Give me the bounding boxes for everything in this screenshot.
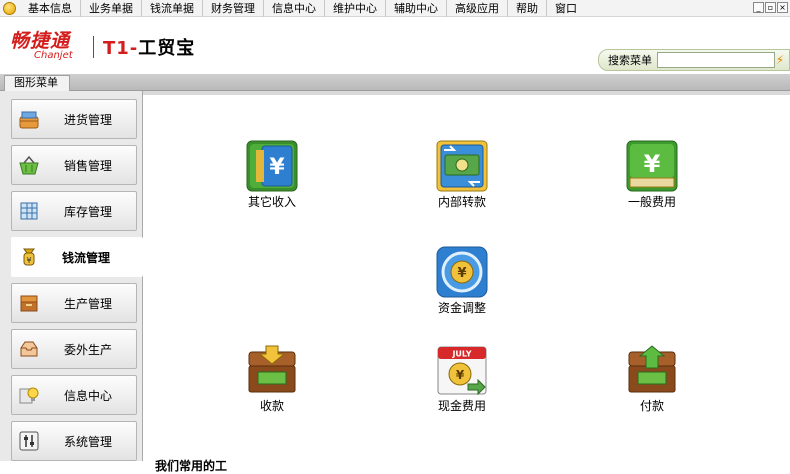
payment-chest-icon xyxy=(626,344,678,396)
yen-symbol: ¥ xyxy=(457,266,466,281)
func-label: 其它收入 xyxy=(247,195,296,209)
tab-strip: 图形菜单 xyxy=(0,74,790,91)
logo-english: Chanjet xyxy=(34,50,73,61)
sidebar-item-label: 库存管理 xyxy=(64,204,113,219)
sidebar-item-label: 进货管理 xyxy=(64,112,113,127)
sidebar-item-label: 销售管理 xyxy=(64,158,113,173)
menu-help[interactable]: 帮助 xyxy=(508,0,547,17)
func-payment[interactable]: 付款 xyxy=(607,344,697,414)
logo-divider xyxy=(93,36,94,58)
sidebar-item-sales[interactable]: 销售管理 xyxy=(11,145,137,185)
func-label: 资金调整 xyxy=(437,301,486,315)
sidebar-item-label: 钱流管理 xyxy=(62,250,111,265)
info-lightbulb-icon xyxy=(18,384,40,406)
sidebar-item-purchase[interactable]: 进货管理 xyxy=(11,99,137,139)
search-go-icon[interactable]: ⚡ xyxy=(774,53,786,67)
menu-money-docs[interactable]: 钱流单据 xyxy=(142,0,203,17)
sidebar-item-production[interactable]: 生产管理 xyxy=(11,283,137,323)
yen-symbol: ¥ xyxy=(456,368,465,382)
menu-search: 搜索菜单 ⚡ xyxy=(598,49,790,71)
product-prefix: T1- xyxy=(103,38,139,59)
func-label: 内部转款 xyxy=(437,195,486,209)
outsourcing-tray-icon xyxy=(18,338,40,360)
func-label: 一般费用 xyxy=(627,195,676,209)
general-expense-icon: ¥ xyxy=(626,140,678,192)
receipt-chest-icon xyxy=(246,344,298,396)
sidebar: 进货管理 销售管理 库存管理 ¥ 钱流管理 生产管理 委外生产 信息中心 系统管… xyxy=(0,91,143,461)
product-title: 工贸宝 xyxy=(138,38,196,59)
sidebar-item-system[interactable]: 系统管理 xyxy=(11,421,137,461)
menu-finance[interactable]: 财务管理 xyxy=(203,0,264,17)
production-box-icon xyxy=(18,292,40,314)
sidebar-item-money-flow[interactable]: ¥ 钱流管理 xyxy=(11,237,143,277)
menu-basic-info[interactable]: 基本信息 xyxy=(20,0,81,17)
svg-text:¥: ¥ xyxy=(26,256,31,265)
func-cash-expense[interactable]: JULY ¥ 现金费用 xyxy=(417,344,507,414)
menu-info-center[interactable]: 信息中心 xyxy=(264,0,325,17)
menu-advanced[interactable]: 高级应用 xyxy=(447,0,508,17)
func-fund-adjust[interactable]: ¥ 资金调整 xyxy=(417,246,507,316)
sidebar-item-outsourcing[interactable]: 委外生产 xyxy=(11,329,137,369)
sidebar-item-label: 系统管理 xyxy=(64,434,113,449)
func-receipt[interactable]: 收款 xyxy=(227,344,317,414)
minimize-icon[interactable]: _ xyxy=(753,2,764,13)
menu-auxiliary[interactable]: 辅助中心 xyxy=(386,0,447,17)
sidebar-item-label: 生产管理 xyxy=(64,296,113,311)
system-sliders-icon xyxy=(18,430,40,452)
func-internal-transfer[interactable]: 内部转款 xyxy=(417,140,507,210)
inventory-grid-icon xyxy=(18,200,40,222)
yen-symbol: ¥ xyxy=(269,155,285,180)
money-flow-icon: ¥ xyxy=(18,246,40,268)
sidebar-item-inventory[interactable]: 库存管理 xyxy=(11,191,137,231)
sales-basket-icon xyxy=(18,154,40,176)
product-name: T1-工贸宝 xyxy=(103,34,195,60)
menu-window[interactable]: 窗口 xyxy=(547,0,585,17)
purchase-basket-icon xyxy=(18,108,40,130)
fund-adjust-icon: ¥ xyxy=(436,246,488,298)
main-panel: ¥ 其它收入 内部转款 ¥ 一般费用 ¥ 资金调整 收款 JULY ¥ 现金费用… xyxy=(143,91,790,473)
func-general-expense[interactable]: ¥ 一般费用 xyxy=(607,140,697,210)
sidebar-item-info-center[interactable]: 信息中心 xyxy=(11,375,137,415)
logo-chinese: 畅捷通 xyxy=(10,30,71,52)
internal-transfer-icon xyxy=(436,140,488,192)
menu-bar: 基本信息 业务单据 钱流单据 财务管理 信息中心 维护中心 辅助中心 高级应用 … xyxy=(0,0,790,17)
search-label: 搜索菜单 xyxy=(608,54,652,67)
yen-symbol: ¥ xyxy=(644,150,661,178)
restore-icon[interactable]: ▫ xyxy=(765,2,776,13)
window-controls: _ ▫ × xyxy=(753,2,788,13)
menu-maintenance[interactable]: 维护中心 xyxy=(325,0,386,17)
other-income-icon: ¥ xyxy=(246,140,298,192)
sidebar-item-label: 委外生产 xyxy=(64,342,113,357)
calendar-month-text: JULY xyxy=(451,350,471,359)
sidebar-item-label: 信息中心 xyxy=(64,388,113,403)
app-logo-icon[interactable] xyxy=(3,1,16,15)
func-label: 现金费用 xyxy=(437,399,486,413)
search-input[interactable] xyxy=(657,52,775,68)
cash-expense-calendar-icon: JULY ¥ xyxy=(436,344,488,396)
func-other-income[interactable]: ¥ 其它收入 xyxy=(227,140,317,210)
bottom-note: 我们常用的工 xyxy=(155,459,228,473)
tab-graphic-menu[interactable]: 图形菜单 xyxy=(4,75,70,91)
func-label: 付款 xyxy=(639,399,664,413)
func-label: 收款 xyxy=(259,399,284,413)
header: 畅捷通 Chanjet T1-工贸宝 搜索菜单 ⚡ xyxy=(0,17,790,74)
close-icon[interactable]: × xyxy=(777,2,788,13)
brand-logo: 畅捷通 Chanjet xyxy=(10,31,73,61)
menu-business-docs[interactable]: 业务单据 xyxy=(81,0,142,17)
